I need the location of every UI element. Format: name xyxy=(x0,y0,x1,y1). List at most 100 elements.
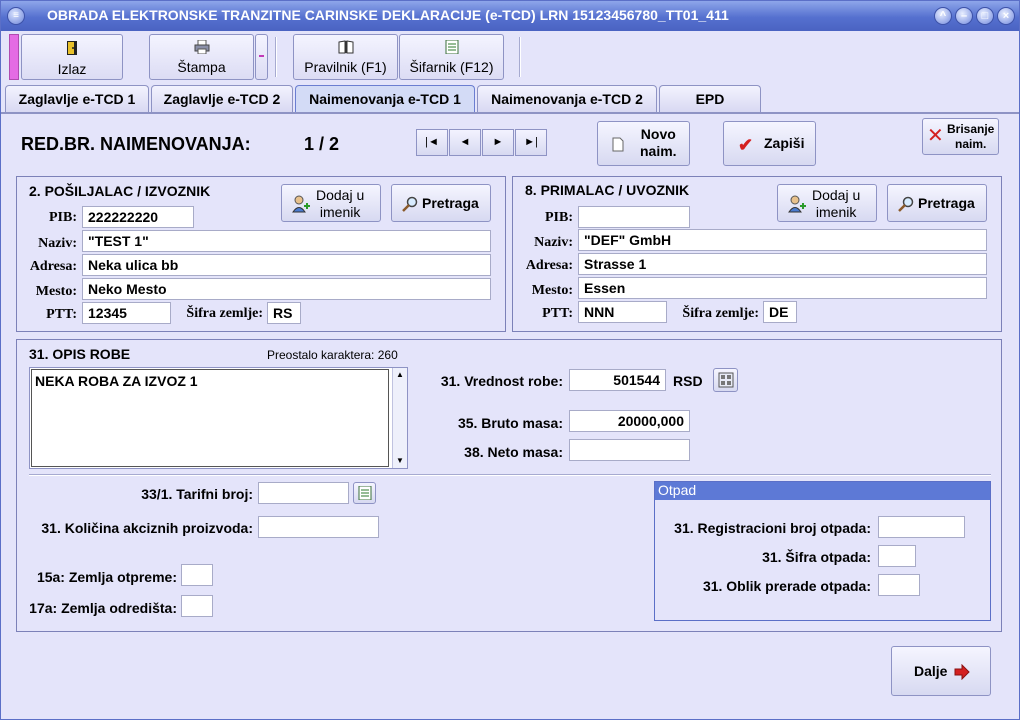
magnifier-icon xyxy=(898,196,914,215)
last-record-button[interactable]: ►| xyxy=(515,129,547,156)
net-mass-field[interactable] xyxy=(569,439,690,461)
save-label: Zapiši xyxy=(764,135,805,151)
new-document-icon xyxy=(612,137,624,155)
receiver-city-label: Mesto: xyxy=(531,283,573,298)
previous-record-button[interactable]: ◄ xyxy=(449,129,481,156)
goods-description-text: NEKA ROBA ZA IZVOZ 1 xyxy=(31,369,389,467)
next-icon: ► xyxy=(492,136,504,148)
tariff-lookup-button[interactable] xyxy=(353,482,376,504)
receiver-name-label: Naziv: xyxy=(534,235,573,250)
waste-title: Otpad xyxy=(655,482,990,500)
next-button[interactable]: Dalje xyxy=(891,646,991,696)
new-item-button[interactable]: Novo naim. xyxy=(597,121,690,166)
minimize-icon[interactable]: – xyxy=(955,7,973,25)
gross-mass-field[interactable]: 20000,000 xyxy=(569,410,690,432)
delete-label-2: naim. xyxy=(955,137,987,151)
excise-quantity-label: 31. Količina akciznih proizvoda: xyxy=(41,520,253,536)
description-scrollbar[interactable]: ▲ ▼ xyxy=(392,368,407,468)
print-button[interactable]: Štampa xyxy=(149,34,254,80)
codes-button[interactable]: Šifarnik (F12) xyxy=(399,34,504,80)
scroll-up-icon[interactable]: ▲ xyxy=(396,370,404,379)
rules-button[interactable]: Pravilnik (F1) xyxy=(293,34,398,80)
receiver-city-field[interactable]: Essen xyxy=(578,277,987,299)
add-user-icon xyxy=(292,195,310,216)
print-options-dropdown[interactable] xyxy=(255,34,268,80)
currency-label: RSD xyxy=(673,373,703,389)
goods-value-field[interactable]: 501544 xyxy=(569,369,666,391)
receiver-country-label: Šifra zemlje: xyxy=(682,306,759,321)
first-record-button[interactable]: |◄ xyxy=(416,129,448,156)
tariff-label: 33/1. Tarifni broj: xyxy=(141,486,253,502)
receiver-pib-field[interactable] xyxy=(578,206,690,228)
destination-country-field[interactable] xyxy=(181,595,213,617)
sender-ptt-field[interactable]: 12345 xyxy=(82,302,171,324)
tab-epd[interactable]: EPD xyxy=(659,85,761,113)
close-icon[interactable]: × xyxy=(997,7,1015,25)
dispatch-country-field[interactable] xyxy=(181,564,213,586)
sender-name-field[interactable]: "TEST 1" xyxy=(82,230,491,252)
new-item-label-1: Novo xyxy=(640,126,676,142)
calculator-icon xyxy=(718,372,734,391)
waste-code-label: 31. Šifra otpada: xyxy=(762,549,871,565)
dropdown-marker-icon xyxy=(259,55,264,57)
dispatch-country-label: 15a: Zemlja otpreme: xyxy=(36,569,177,585)
sender-search-label: Pretraga xyxy=(422,195,479,211)
next-label: Dalje xyxy=(914,663,948,679)
receiver-ptt-field[interactable]: NNN xyxy=(578,301,667,323)
main-window: ≡ OBRADA ELEKTRONSKE TRANZITNE CARINSKE … xyxy=(0,0,1020,720)
receiver-add-directory-button[interactable]: Dodaj u imenik xyxy=(777,184,877,222)
tab-divider xyxy=(1,112,1019,114)
next-record-button[interactable]: ► xyxy=(482,129,514,156)
receiver-address-field[interactable]: Strasse 1 xyxy=(578,253,987,275)
new-item-label-2: naim. xyxy=(640,143,677,159)
exit-button[interactable]: Izlaz xyxy=(21,34,123,80)
first-icon: |◄ xyxy=(425,136,439,148)
receiver-search-button[interactable]: Pretraga xyxy=(887,184,987,222)
goods-title: 31. OPIS ROBE xyxy=(29,346,131,362)
waste-code-field[interactable] xyxy=(878,545,916,567)
save-button[interactable]: ✔ Zapiši xyxy=(723,121,816,166)
record-number-value: 1 / 2 xyxy=(304,134,340,154)
delete-item-button[interactable]: ✕ Brisanje naim. xyxy=(922,118,999,155)
list-document-icon xyxy=(358,485,372,503)
list-document-icon xyxy=(400,39,503,57)
toolbar-separator xyxy=(275,37,277,77)
receiver-address-label: Adresa: xyxy=(525,258,573,273)
sender-pib-field[interactable]: 222222220 xyxy=(82,206,194,228)
menu-icon[interactable]: ^ xyxy=(934,7,952,25)
sender-add-label-1: Dodaj u xyxy=(316,187,365,203)
maximize-icon[interactable]: □ xyxy=(976,7,994,25)
tab-header-2[interactable]: Zaglavlje e-TCD 2 xyxy=(151,85,293,113)
sender-address-field[interactable]: Neka ulica bb xyxy=(82,254,491,276)
receiver-name-field[interactable]: "DEF" GmbH xyxy=(578,229,987,251)
tab-items-1[interactable]: Naimenovanja e-TCD 1 xyxy=(295,85,475,113)
sender-ptt-label: PTT: xyxy=(46,307,77,322)
excise-quantity-field[interactable] xyxy=(258,516,379,538)
tab-header-1[interactable]: Zaglavlje e-TCD 1 xyxy=(5,85,149,113)
add-user-icon xyxy=(788,195,806,216)
tab-items-2[interactable]: Naimenovanja e-TCD 2 xyxy=(477,85,657,113)
waste-processing-field[interactable] xyxy=(878,574,920,596)
sender-search-button[interactable]: Pretraga xyxy=(391,184,491,222)
waste-registration-field[interactable] xyxy=(878,516,965,538)
window-title: OBRADA ELEKTRONSKE TRANZITNE CARINSKE DE… xyxy=(47,7,729,23)
toolbar-separator xyxy=(519,37,521,77)
goods-divider xyxy=(29,474,991,476)
sender-country-field[interactable]: RS xyxy=(267,302,301,324)
receiver-country-field[interactable]: DE xyxy=(763,301,797,323)
delete-label-1: Brisanje xyxy=(947,122,995,136)
goods-description-textarea[interactable]: NEKA ROBA ZA IZVOZ 1 ▲ ▼ xyxy=(29,367,408,469)
sender-city-field[interactable]: Neko Mesto xyxy=(82,278,491,300)
printer-icon xyxy=(150,39,253,57)
waste-registration-label: 31. Registracioni broj otpada: xyxy=(674,520,871,536)
title-bar: ≡ OBRADA ELEKTRONSKE TRANZITNE CARINSKE … xyxy=(1,1,1019,31)
system-menu-icon[interactable]: ≡ xyxy=(7,7,25,25)
scroll-down-icon[interactable]: ▼ xyxy=(396,456,404,465)
magnifier-icon xyxy=(402,196,418,215)
tariff-field[interactable] xyxy=(258,482,349,504)
last-icon: ►| xyxy=(524,136,538,148)
sender-city-label: Mesto: xyxy=(35,284,77,299)
arrow-right-icon xyxy=(954,663,970,683)
sender-add-directory-button[interactable]: Dodaj u imenik xyxy=(281,184,381,222)
calculator-button[interactable] xyxy=(713,368,738,392)
